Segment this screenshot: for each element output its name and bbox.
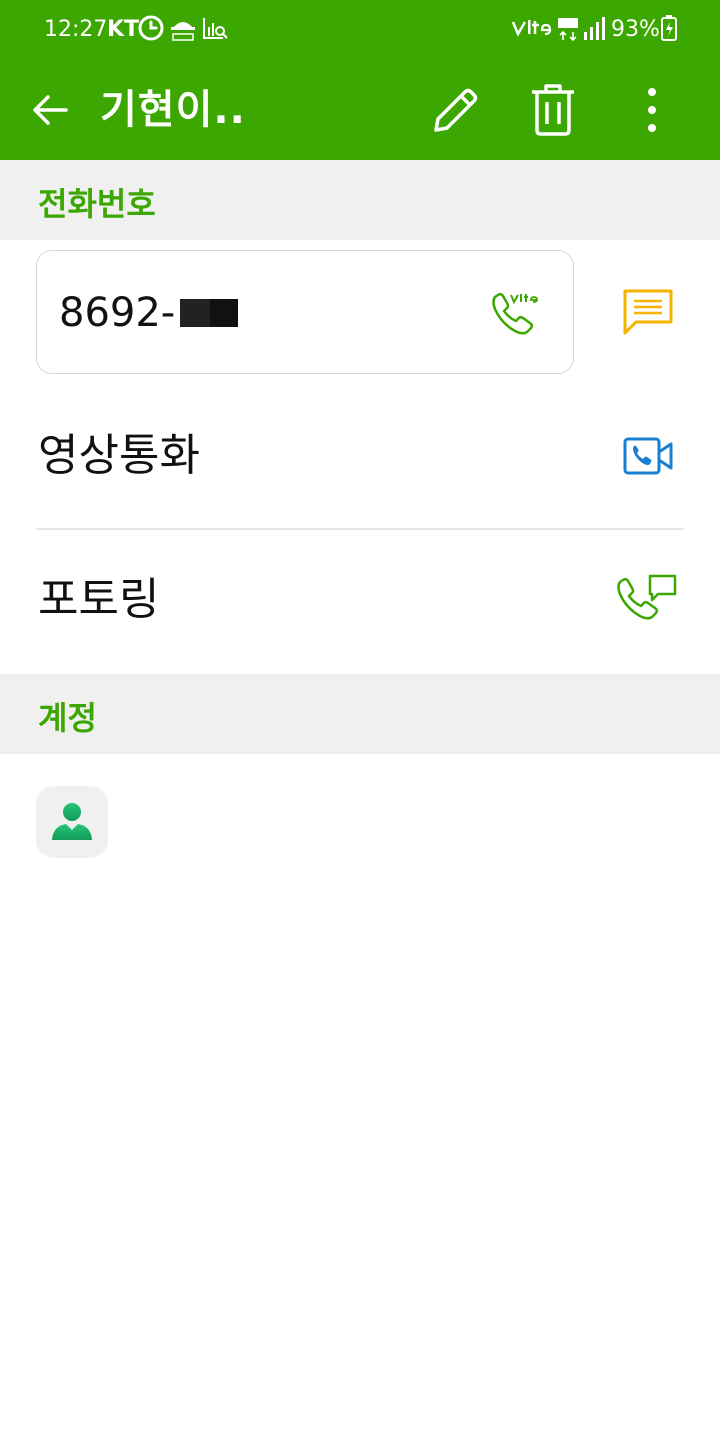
top-bar: 12:27 KT 93% 기현이.. xyxy=(0,0,720,160)
phone-number-card[interactable]: 8692- xyxy=(36,250,574,374)
redacted-digits xyxy=(180,299,210,327)
tone-ring-label[interactable]: 포토링 xyxy=(38,572,159,628)
signal-icon xyxy=(584,17,605,40)
status-bar: 12:27 KT 93% xyxy=(0,0,720,60)
volte-icon xyxy=(511,20,552,37)
section-header-phone: 전화번호 xyxy=(0,160,720,240)
battery-charging-icon xyxy=(661,15,677,41)
page-title: 기현이.. xyxy=(100,87,246,133)
raon-app-icon xyxy=(171,22,195,41)
video-call-label[interactable]: 영상통화 xyxy=(38,428,200,484)
edit-pencil-icon[interactable] xyxy=(428,84,482,138)
section-header-account: 계정 xyxy=(0,674,720,754)
call-message-icon[interactable] xyxy=(614,572,678,626)
section-title-account: 계정 xyxy=(38,699,97,737)
more-vert-icon[interactable] xyxy=(640,86,664,134)
clock-app-icon xyxy=(138,15,164,41)
lte-icon xyxy=(558,18,578,42)
section-title-phone: 전화번호 xyxy=(38,185,156,223)
delete-trash-icon[interactable] xyxy=(528,82,578,138)
status-time: 12:27 xyxy=(44,17,108,42)
data-usage-icon xyxy=(203,18,228,39)
battery-percent: 93% xyxy=(611,17,660,42)
divider xyxy=(36,528,684,530)
message-icon[interactable] xyxy=(622,288,674,336)
back-arrow-icon[interactable] xyxy=(28,88,72,132)
redacted-digits xyxy=(210,299,238,327)
status-carrier: KT xyxy=(107,17,140,42)
account-item[interactable] xyxy=(36,786,108,858)
phone-number: 8692- xyxy=(59,290,176,336)
video-call-icon[interactable] xyxy=(622,436,674,476)
volte-call-icon[interactable] xyxy=(489,289,547,339)
contact-person-icon xyxy=(52,803,92,840)
